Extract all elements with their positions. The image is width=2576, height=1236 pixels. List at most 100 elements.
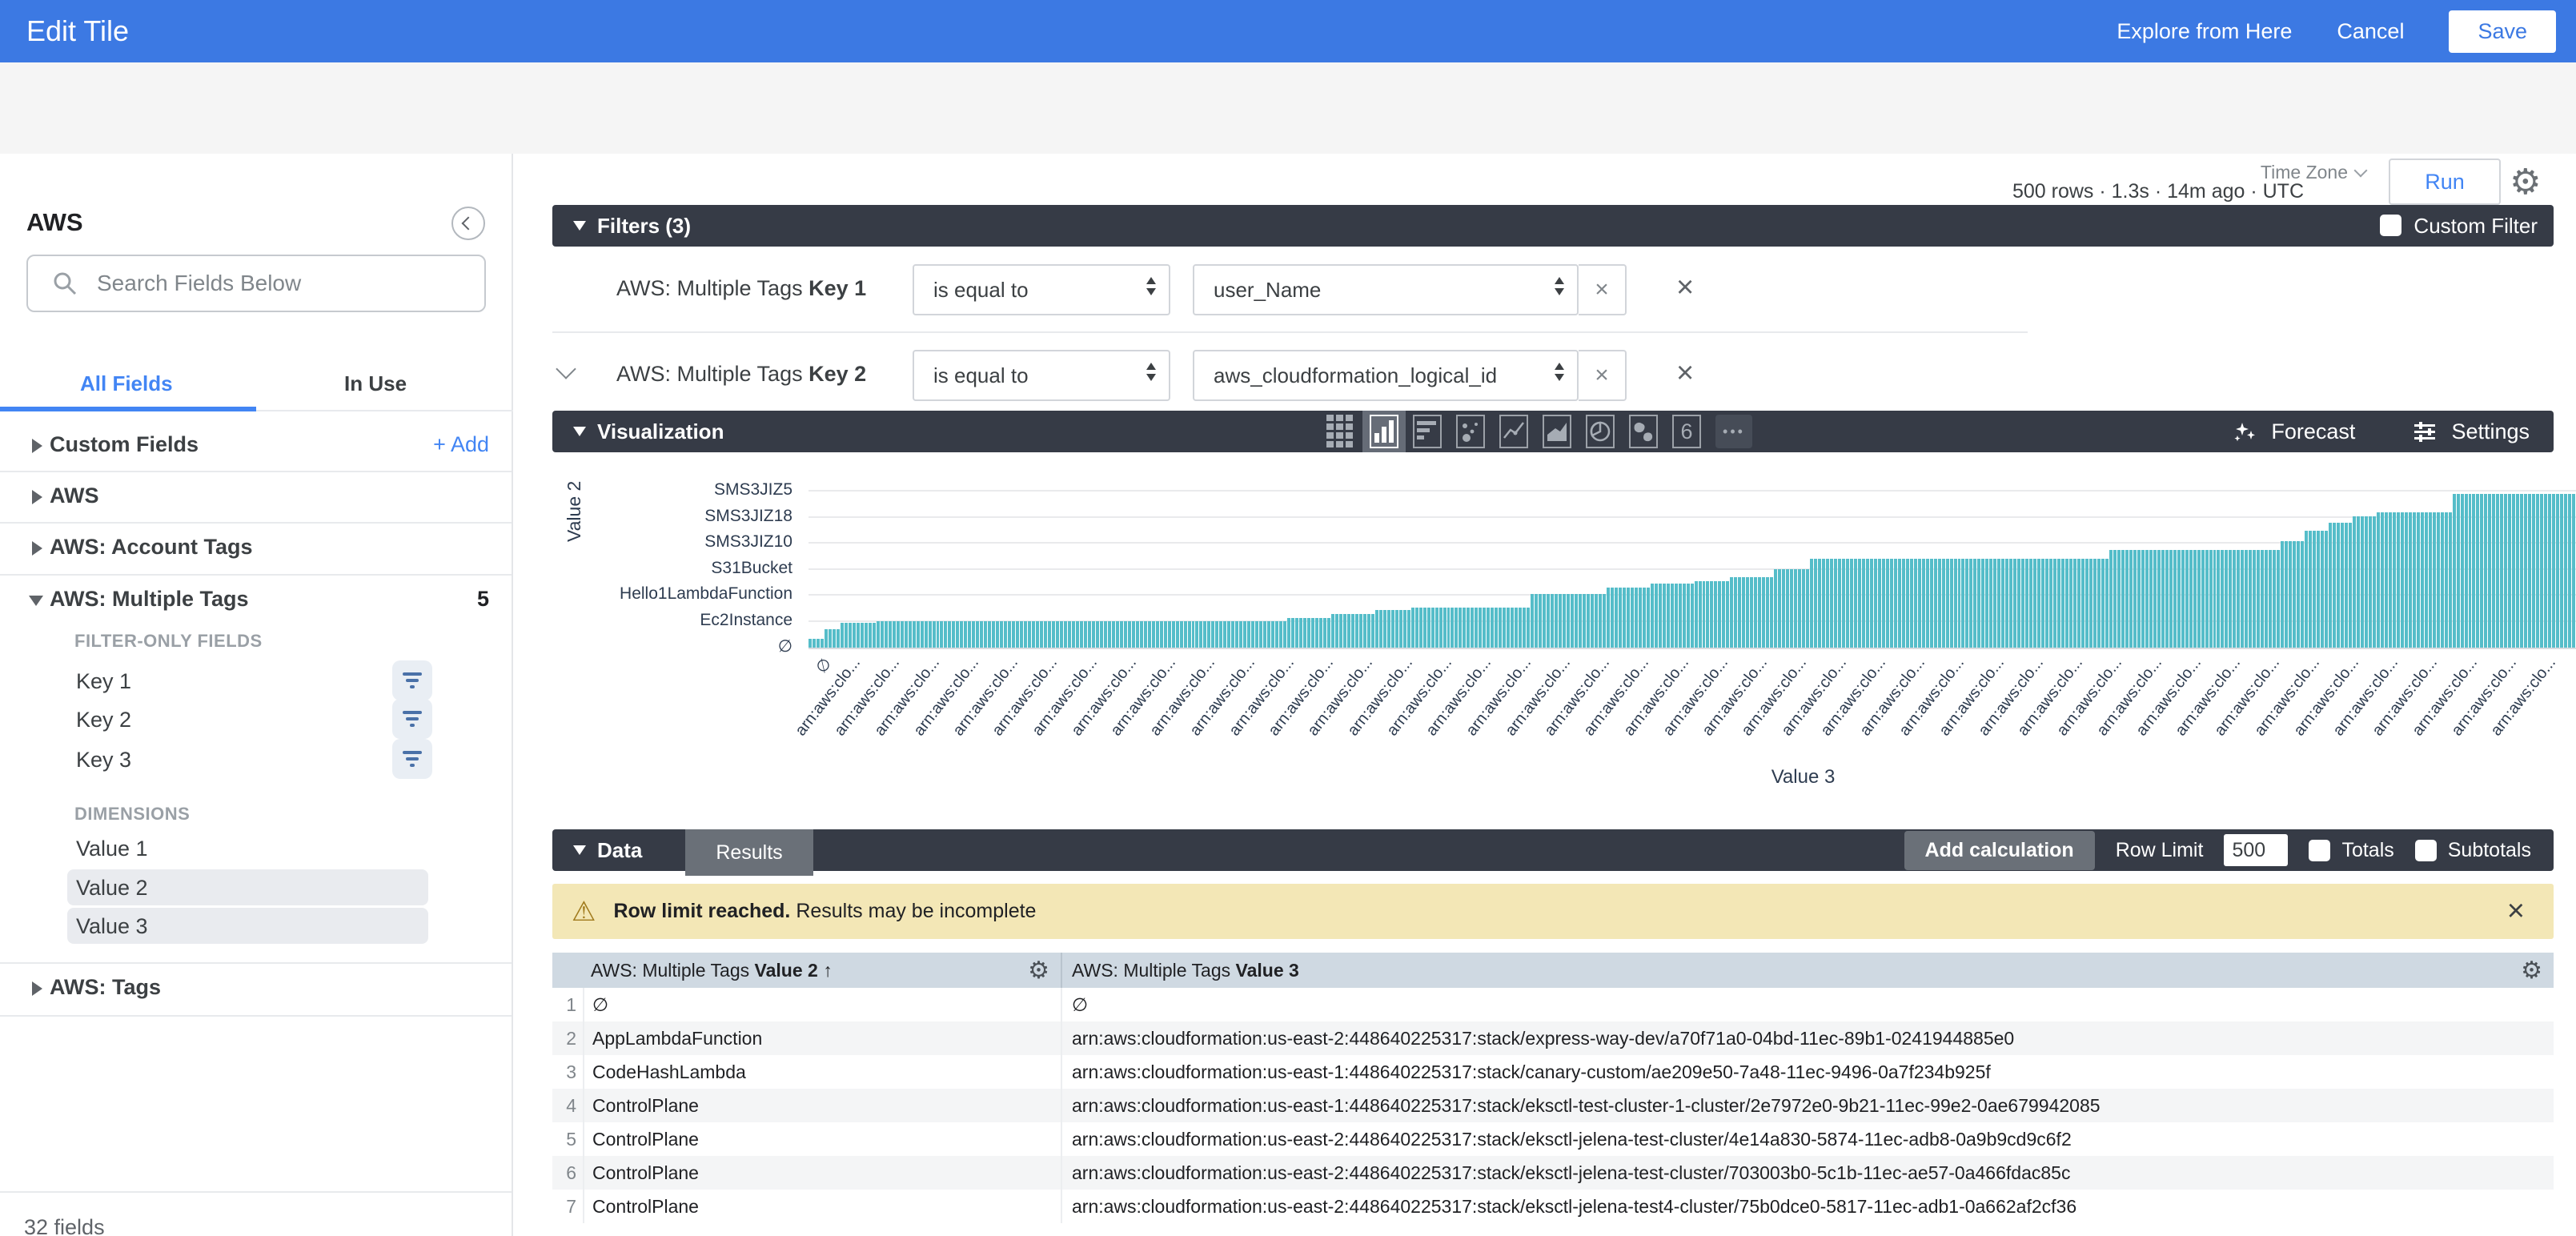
bar[interactable] — [1794, 569, 1797, 648]
bar[interactable] — [2109, 550, 2113, 648]
bar[interactable] — [1219, 621, 1222, 648]
bar[interactable] — [1148, 621, 1151, 648]
bar[interactable] — [2301, 541, 2304, 648]
bar[interactable] — [1263, 621, 1266, 648]
bar[interactable] — [1463, 608, 1466, 648]
cell-value-2[interactable]: ControlPlane — [583, 1122, 1061, 1156]
bar[interactable] — [917, 621, 920, 648]
bar[interactable] — [976, 621, 979, 648]
bar[interactable] — [2325, 531, 2328, 648]
bar[interactable] — [2189, 550, 2193, 648]
bar[interactable] — [1048, 621, 1051, 648]
bar[interactable] — [2329, 523, 2332, 648]
bar[interactable] — [1914, 559, 1917, 648]
bar[interactable] — [1922, 559, 1925, 648]
bar[interactable] — [849, 623, 852, 648]
bar[interactable] — [2293, 541, 2296, 648]
bar[interactable] — [1874, 559, 1877, 648]
bar[interactable] — [1080, 621, 1083, 648]
bar[interactable] — [1287, 618, 1290, 648]
bar[interactable] — [948, 621, 951, 648]
bar[interactable] — [1299, 618, 1302, 648]
bar[interactable] — [1467, 608, 1470, 648]
bar[interactable] — [2357, 516, 2360, 648]
bar[interactable] — [877, 621, 880, 648]
bar[interactable] — [1004, 621, 1007, 648]
bar[interactable] — [2249, 550, 2252, 648]
bar[interactable] — [905, 621, 908, 648]
bar[interactable] — [921, 621, 924, 648]
bar[interactable] — [1435, 608, 1438, 648]
bar[interactable] — [1814, 559, 1817, 648]
filter-icon[interactable] — [392, 739, 432, 779]
bar[interactable] — [1168, 621, 1171, 648]
bar[interactable] — [2397, 512, 2400, 648]
bar[interactable] — [2009, 559, 2012, 648]
bar[interactable] — [1555, 594, 1558, 648]
bar[interactable] — [1706, 581, 1709, 648]
bar[interactable] — [2277, 550, 2280, 648]
bar[interactable] — [1890, 559, 1893, 648]
bar[interactable] — [1742, 577, 1745, 648]
bar[interactable] — [2033, 559, 2036, 648]
bar[interactable] — [1024, 621, 1027, 648]
bar[interactable] — [925, 621, 928, 648]
bar[interactable] — [1774, 569, 1777, 648]
subtotals-checkbox[interactable] — [2415, 840, 2437, 861]
bar[interactable] — [2237, 550, 2240, 648]
bar[interactable] — [1623, 588, 1626, 648]
bar[interactable] — [1790, 569, 1793, 648]
bar[interactable] — [1203, 621, 1206, 648]
bar[interactable] — [2153, 550, 2157, 648]
cell-value-3[interactable]: arn:aws:cloudformation:us-east-2:4486402… — [1061, 1122, 2072, 1156]
bar[interactable] — [1359, 614, 1362, 648]
bar[interactable] — [1128, 621, 1131, 648]
bar[interactable] — [1882, 559, 1885, 648]
bar[interactable] — [2221, 550, 2224, 648]
bar[interactable] — [1032, 621, 1035, 648]
bar[interactable] — [1120, 621, 1123, 648]
bar[interactable] — [1227, 621, 1230, 648]
explore-from-here-button[interactable]: Explore from Here — [2117, 19, 2292, 44]
bar[interactable] — [2245, 550, 2248, 648]
bar[interactable] — [1770, 577, 1773, 648]
bar[interactable] — [1223, 621, 1226, 648]
bar[interactable] — [2449, 512, 2452, 648]
bar[interactable] — [901, 621, 904, 648]
bar[interactable] — [853, 623, 856, 648]
bar[interactable] — [2504, 494, 2507, 648]
bar[interactable] — [1714, 581, 1717, 648]
bar[interactable] — [1810, 559, 1813, 648]
bar[interactable] — [1802, 569, 1805, 648]
bar[interactable] — [1926, 559, 1929, 648]
bar[interactable] — [2349, 523, 2352, 648]
bar[interactable] — [1451, 608, 1454, 648]
cell-value-2[interactable]: ∅ — [583, 988, 1061, 1021]
bar[interactable] — [1491, 608, 1494, 648]
column-header-value-2[interactable]: AWS: Multiple Tags Value 2 ↑ ⚙ — [552, 953, 1061, 988]
bar[interactable] — [1387, 610, 1390, 648]
bar[interactable] — [1567, 594, 1570, 648]
bar[interactable] — [2173, 550, 2177, 648]
bar[interactable] — [2113, 550, 2117, 648]
bar[interactable] — [1235, 621, 1238, 648]
bar[interactable] — [2265, 550, 2268, 648]
bar[interactable] — [1695, 581, 1698, 648]
bar[interactable] — [1543, 594, 1546, 648]
bar[interactable] — [2496, 494, 2499, 648]
bar[interactable] — [2217, 550, 2220, 648]
bar[interactable] — [964, 621, 967, 648]
bar[interactable] — [1443, 608, 1446, 648]
bar[interactable] — [1291, 618, 1294, 648]
bar[interactable] — [1136, 621, 1139, 648]
bar[interactable] — [1671, 584, 1674, 648]
bar[interactable] — [1251, 621, 1254, 648]
column-chart[interactable]: Value 2 ∅Ec2InstanceHello1LambdaFunction… — [552, 452, 2554, 809]
bar[interactable] — [2417, 512, 2420, 648]
bar[interactable] — [1954, 559, 1957, 648]
bar[interactable] — [2045, 559, 2048, 648]
bar[interactable] — [2281, 541, 2284, 648]
bar[interactable] — [2197, 550, 2201, 648]
bar[interactable] — [1683, 584, 1686, 648]
bar[interactable] — [1040, 621, 1043, 648]
